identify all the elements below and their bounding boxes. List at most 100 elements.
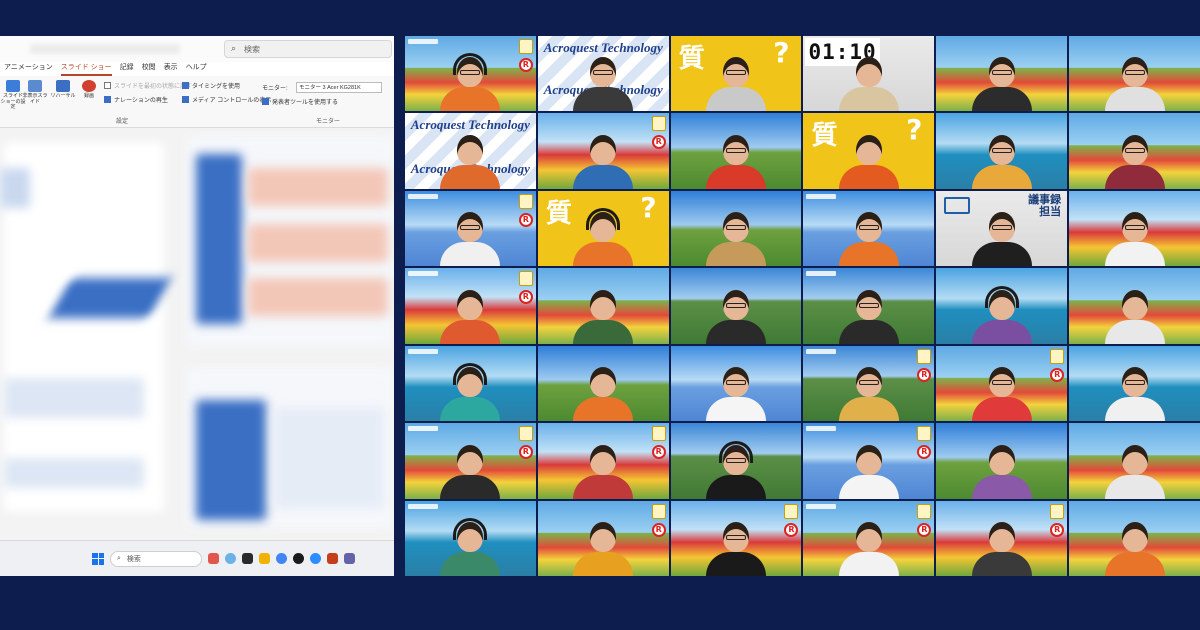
participant-video-tile[interactable] <box>1069 345 1200 422</box>
participant-video-tile[interactable] <box>936 268 1068 344</box>
record-button[interactable]: 録画 <box>76 80 102 100</box>
glasses-icon <box>726 302 747 308</box>
presenter-view-checkbox[interactable]: 発表者ツールを使用する <box>262 97 338 106</box>
participant-video-tile[interactable] <box>1069 113 1200 189</box>
ribbon: スライド ショーの設定 非表示スライド リハーサル 録画 スライドを最初の状態に… <box>0 76 394 128</box>
tab-slideshow[interactable]: スライド ショー <box>60 62 112 76</box>
participant-video-tile[interactable] <box>803 190 935 267</box>
monitor-select[interactable]: モニター 3 Acer KG281K <box>296 82 382 93</box>
participant-video-tile[interactable]: R <box>405 268 536 344</box>
participant-video-tile[interactable] <box>670 113 802 189</box>
participant-head <box>855 444 882 475</box>
taskbar-search[interactable]: ⌕ 検索 <box>110 550 202 567</box>
participant-video-tile[interactable] <box>1069 36 1200 112</box>
participant-figure <box>838 286 900 344</box>
participant-video-tile[interactable]: 質? <box>803 113 935 189</box>
question-mark: ? <box>773 36 790 69</box>
participant-shirt <box>706 319 767 344</box>
participant-video-tile[interactable]: R <box>405 190 536 267</box>
participant-video-tile[interactable]: R <box>537 500 669 576</box>
award-badge-icon <box>917 426 932 442</box>
participant-video-tile[interactable] <box>1069 500 1200 576</box>
participant-figure <box>838 131 900 189</box>
participant-video-tile[interactable]: R <box>405 36 536 112</box>
use-timings-checkbox[interactable]: タイミングを使用 <box>182 81 240 90</box>
tab-animation[interactable]: アニメーション <box>4 62 53 76</box>
tab-record[interactable]: 記録 <box>120 62 134 76</box>
participant-video-tile[interactable]: R <box>803 345 935 422</box>
participant-shirt <box>1104 242 1165 267</box>
participant-video-tile[interactable] <box>670 190 802 267</box>
participant-video-tile[interactable]: 質? <box>670 36 802 112</box>
search-placeholder: 検索 <box>244 44 261 54</box>
participant-video-tile[interactable] <box>1069 268 1200 344</box>
participant-video-tile[interactable] <box>803 268 935 344</box>
participant-video-tile[interactable]: R <box>537 113 669 189</box>
participant-video-tile[interactable]: R <box>405 423 536 499</box>
r-badge-icon: R <box>518 445 533 460</box>
hide-slide-button[interactable]: 非表示スライド <box>22 80 48 105</box>
hide-slide-icon <box>28 80 42 92</box>
participant-video-tile[interactable]: Acroquest Technology Acroquest Technology <box>405 113 536 189</box>
glasses-icon <box>593 70 614 76</box>
participant-video-tile[interactable] <box>670 345 802 422</box>
participant-shirt <box>706 397 767 422</box>
tab-review[interactable]: 校閲 <box>142 62 156 76</box>
participant-figure <box>705 286 767 344</box>
teams-icon[interactable] <box>344 553 355 564</box>
r-badge-icon: R <box>917 522 932 537</box>
app-icon[interactable] <box>293 553 304 564</box>
app-icon[interactable] <box>242 553 253 564</box>
search-box[interactable]: ⌕ 検索 <box>224 40 392 58</box>
participant-shirt <box>573 164 634 189</box>
app-icon[interactable] <box>208 553 219 564</box>
name-tag-strip <box>408 348 438 354</box>
participant-shirt <box>573 242 634 267</box>
participant-shirt <box>838 319 899 344</box>
participant-video-tile[interactable] <box>405 500 536 576</box>
participant-video-tile[interactable]: Acroquest Technology Acroquest Technology <box>537 36 669 112</box>
participant-video-tile[interactable] <box>405 345 536 422</box>
glasses-icon <box>726 225 747 231</box>
participant-video-tile[interactable]: R <box>670 500 802 576</box>
zoom-icon[interactable] <box>310 553 321 564</box>
participant-video-tile[interactable]: R <box>803 423 935 499</box>
participant-video-tile[interactable]: R <box>936 345 1068 422</box>
tab-help[interactable]: ヘルプ <box>186 62 207 76</box>
participant-figure <box>971 285 1033 344</box>
participant-video-tile[interactable] <box>1069 190 1200 267</box>
participant-video-tile[interactable]: 01:10 <box>803 36 935 112</box>
folder-icon[interactable] <box>259 553 270 564</box>
tab-view[interactable]: 表示 <box>164 62 178 76</box>
checkbox-label: 発表者ツールを使用する <box>272 100 339 106</box>
name-tag-strip <box>806 426 837 432</box>
participant-head <box>457 289 484 320</box>
participant-video-tile[interactable] <box>936 113 1068 189</box>
participant-video-tile[interactable] <box>936 423 1068 499</box>
windows-start-icon[interactable] <box>92 552 104 565</box>
participant-video-tile[interactable] <box>670 268 802 344</box>
participant-head <box>855 522 882 552</box>
reset-slides-checkbox[interactable]: スライドを最初の状態に戻す <box>104 81 192 90</box>
app-icon[interactable] <box>225 553 236 564</box>
participant-head <box>590 522 617 552</box>
windows-taskbar: ⌕ 検索 <box>0 540 394 576</box>
participant-video-tile[interactable] <box>537 268 669 344</box>
participant-video-tile[interactable]: 質? <box>537 190 669 267</box>
play-narration-checkbox[interactable]: ナレーションの再生 <box>104 95 168 104</box>
participant-video-tile[interactable]: R <box>803 500 935 576</box>
powerpoint-icon[interactable] <box>327 553 338 564</box>
participant-video-tile[interactable]: R <box>936 500 1068 576</box>
participant-video-tile[interactable] <box>936 36 1068 112</box>
participant-video-tile[interactable] <box>1069 423 1200 499</box>
participant-shirt <box>440 87 501 112</box>
participant-video-tile[interactable]: 議事録 担当 <box>936 190 1068 267</box>
participant-shirt <box>971 164 1032 189</box>
media-controls-checkbox[interactable]: メディア コントロールの表示 <box>182 95 271 104</box>
chrome-icon[interactable] <box>276 553 287 564</box>
participant-video-tile[interactable]: R <box>537 423 669 499</box>
taskbar-search-placeholder: 検索 <box>126 554 141 563</box>
participant-video-tile[interactable] <box>670 423 802 499</box>
participant-video-tile[interactable] <box>537 345 669 422</box>
rehearse-button[interactable]: リハーサル <box>50 80 76 100</box>
